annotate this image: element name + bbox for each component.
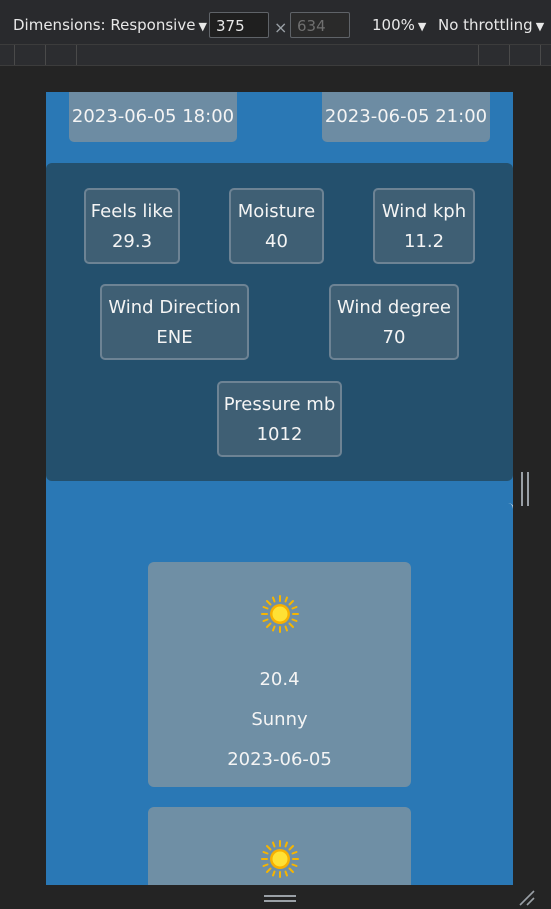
caret-down-icon: ▼ xyxy=(198,20,207,33)
daily-forecast-card[interactable] xyxy=(148,807,411,885)
zoom-label: 100% xyxy=(372,16,415,34)
stat-value: ENE xyxy=(156,327,193,348)
ruler-segment xyxy=(45,45,46,65)
stat-label: Feels like xyxy=(90,201,174,222)
stat-value: 40 xyxy=(265,231,288,252)
sun-icon xyxy=(261,595,299,633)
caret-down-icon: ▼ xyxy=(417,20,427,33)
hourly-item[interactable]: 2023-06-05 18:00 xyxy=(69,92,237,142)
wind-degree-stat: Wind degree 70 xyxy=(329,284,459,360)
throttling-label: No throttling xyxy=(438,16,533,34)
hourly-time: 2023-06-05 21:00 xyxy=(324,106,488,127)
stat-label: Wind degree xyxy=(336,297,452,318)
stat-value: 29.3 xyxy=(111,231,153,252)
caret-down-icon: ▼ xyxy=(535,20,545,33)
ruler-segment xyxy=(478,45,479,65)
ruler-segment xyxy=(509,45,510,65)
hourly-time: 2023-06-05 18:00 xyxy=(71,106,235,127)
height-input[interactable]: 634 xyxy=(290,12,350,38)
wind-kph-stat: Wind kph 11.2 xyxy=(373,188,475,264)
stat-label: Pressure mb xyxy=(223,394,336,415)
times-sign: × xyxy=(274,18,288,37)
daily-forecast-card[interactable]: 20.4 Sunny 2023-06-05 xyxy=(148,562,411,787)
resize-handle-bottom[interactable] xyxy=(264,895,296,902)
stat-value: 11.2 xyxy=(403,231,445,252)
ruler-segment xyxy=(14,45,15,65)
dimensions-label: Dimensions: Responsive xyxy=(13,16,196,34)
throttling-dropdown[interactable]: No throttling ▼ xyxy=(438,16,544,34)
wind-direction-stat: Wind Direction ENE xyxy=(100,284,249,360)
devtools-device-toolbar: Dimensions: Responsive ▼ 375 × 634 100% ▼ … xyxy=(0,0,551,45)
stat-label: Wind kph xyxy=(381,201,467,222)
stat-value: 70 xyxy=(382,327,406,348)
resize-handle-right[interactable] xyxy=(521,472,529,506)
forecast-condition: Sunny xyxy=(251,709,308,730)
pressure-stat: Pressure mb 1012 xyxy=(217,381,342,457)
zoom-dropdown[interactable]: 100% ▼ xyxy=(372,16,426,34)
forecast-date: 2023-06-05 xyxy=(227,749,332,770)
daily-forecast-section: 20.4 Sunny 2023-06-05 xyxy=(46,503,513,885)
stat-value: 1012 xyxy=(256,424,303,445)
resize-corner-icon[interactable] xyxy=(518,889,536,907)
device-viewport: 2023-06-05 18:00 2023-06-05 21:00 Feels … xyxy=(46,92,513,885)
feels-like-stat: Feels like 29.3 xyxy=(84,188,180,264)
media-query-ruler[interactable] xyxy=(0,45,551,66)
weather-details-panel: Feels like 29.3 Moisture 40 Wind kph 11.… xyxy=(46,163,513,481)
moisture-stat: Moisture 40 xyxy=(229,188,324,264)
ruler-segment xyxy=(540,45,541,65)
width-input[interactable]: 375 xyxy=(209,12,269,38)
stat-label: Wind Direction xyxy=(108,297,241,318)
ruler-segment xyxy=(76,45,77,65)
stat-label: Moisture xyxy=(237,201,316,222)
forecast-temperature: 20.4 xyxy=(259,669,300,690)
sun-icon xyxy=(261,840,299,878)
hourly-forecast-row: 2023-06-05 18:00 2023-06-05 21:00 xyxy=(46,92,513,142)
hourly-item[interactable]: 2023-06-05 21:00 xyxy=(322,92,490,142)
dimensions-dropdown[interactable]: Dimensions: Responsive ▼ xyxy=(13,16,207,34)
